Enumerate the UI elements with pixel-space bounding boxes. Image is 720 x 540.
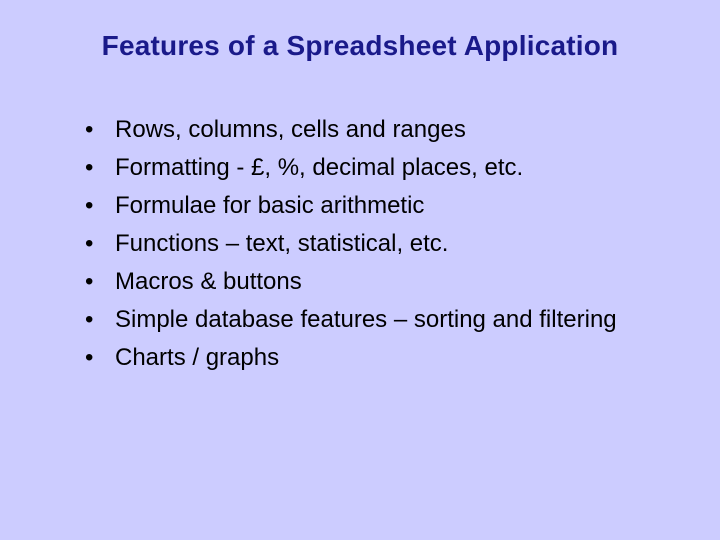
list-item: Charts / graphs (85, 340, 665, 376)
list-item: Simple database features – sorting and f… (85, 302, 665, 338)
slide-title: Features of a Spreadsheet Application (55, 30, 665, 62)
list-item: Formatting - £, %, decimal places, etc. (85, 150, 665, 186)
list-item: Rows, columns, cells and ranges (85, 112, 665, 148)
list-item: Functions – text, statistical, etc. (85, 226, 665, 262)
bullet-list: Rows, columns, cells and ranges Formatti… (55, 112, 665, 376)
list-item: Macros & buttons (85, 264, 665, 300)
list-item: Formulae for basic arithmetic (85, 188, 665, 224)
